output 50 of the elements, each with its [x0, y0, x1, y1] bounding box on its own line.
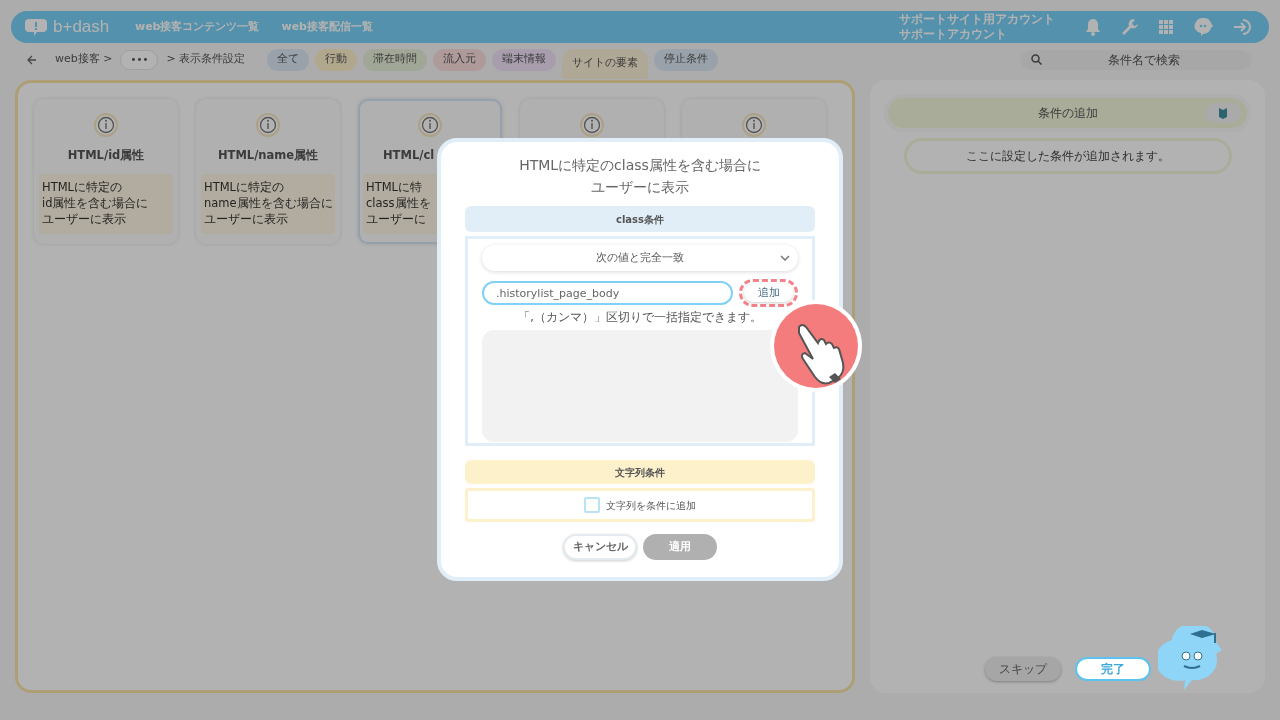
beginner-mark-icon[interactable]	[1205, 103, 1241, 123]
class-input-field[interactable]: .historylist_page_body	[482, 281, 734, 305]
panel-title: 条件の追加	[1037, 105, 1098, 122]
add-button[interactable]: 追加	[739, 279, 798, 307]
condition-card[interactable]: HTML/name属性 HTMLに特定の name属性を含む場合に ユーザーに表示	[196, 99, 340, 244]
skip-button[interactable]: スキップ	[984, 657, 1061, 681]
info-icon	[418, 113, 442, 137]
bell-icon[interactable]	[1085, 18, 1101, 36]
logo-text: b+dash	[53, 16, 110, 39]
back-arrow-icon[interactable]	[27, 54, 37, 65]
match-dropdown[interactable]: 次の値と完全一致	[482, 245, 798, 271]
filter-tab[interactable]: 滞在時間	[363, 48, 428, 71]
filter-tab[interactable]: 端末情報	[492, 48, 557, 71]
add-button-label: 追加	[744, 284, 793, 302]
chevron-down-icon	[780, 255, 790, 261]
filter-tab[interactable]: 全て	[267, 48, 310, 71]
mascot-icon[interactable]	[1193, 18, 1213, 36]
filter-tab[interactable]: 行動	[315, 48, 358, 71]
card-description: HTMLに特定の name属性を含む場合に ユーザーに表示	[201, 174, 335, 235]
filter-tab[interactable]: サイトの要素	[562, 48, 649, 79]
logout-icon[interactable]	[1233, 18, 1253, 36]
grid-icon[interactable]	[1159, 20, 1173, 34]
account-name: サポートアカウント	[899, 27, 1008, 42]
card-title: HTML/id属性	[66, 147, 146, 164]
account-name: サポートサイト用アカウント	[899, 12, 1055, 27]
hint-text: 「,（カンマ）」区切りで一括指定できます。	[517, 309, 763, 326]
search-icon	[1031, 54, 1042, 65]
checkbox-label: 文字列を条件に追加	[606, 498, 696, 513]
card-title: HTML/cl	[382, 147, 436, 164]
more-button[interactable]: •••	[120, 49, 159, 70]
filter-tab[interactable]: 停止条件	[654, 48, 719, 71]
breadcrumb-current: > 表示条件設定	[166, 51, 246, 68]
search-field[interactable]: 条件名で検索	[1021, 49, 1251, 70]
section-header: 文字列条件	[465, 460, 815, 484]
speech-bubble-logo-icon	[25, 17, 49, 37]
card-description: HTMLに特定の id属性を含む場合に ユーザーに表示	[39, 174, 173, 235]
condition-card[interactable]: HTML/id属性 HTMLに特定の id属性を含む場合に ユーザーに表示	[34, 99, 178, 244]
card-title: HTML/name属性	[216, 147, 320, 164]
dialog-title: HTMLに特定のclass属性を含む場合に ユーザーに表示	[519, 156, 761, 197]
dropdown-value: 次の値と完全一致	[596, 250, 684, 266]
empty-message: ここに設定した条件が追加されます。	[903, 138, 1232, 174]
breadcrumb-link[interactable]: web接客 >	[55, 51, 113, 68]
cancel-button[interactable]: キャンセル	[563, 534, 637, 560]
info-icon	[256, 113, 280, 137]
info-icon	[94, 113, 118, 137]
section-header: class条件	[465, 206, 815, 232]
wrench-icon[interactable]	[1121, 18, 1139, 36]
done-button[interactable]: 完了	[1074, 657, 1151, 681]
checkbox[interactable]	[584, 497, 600, 513]
filter-tab[interactable]: 流入元	[433, 48, 487, 71]
